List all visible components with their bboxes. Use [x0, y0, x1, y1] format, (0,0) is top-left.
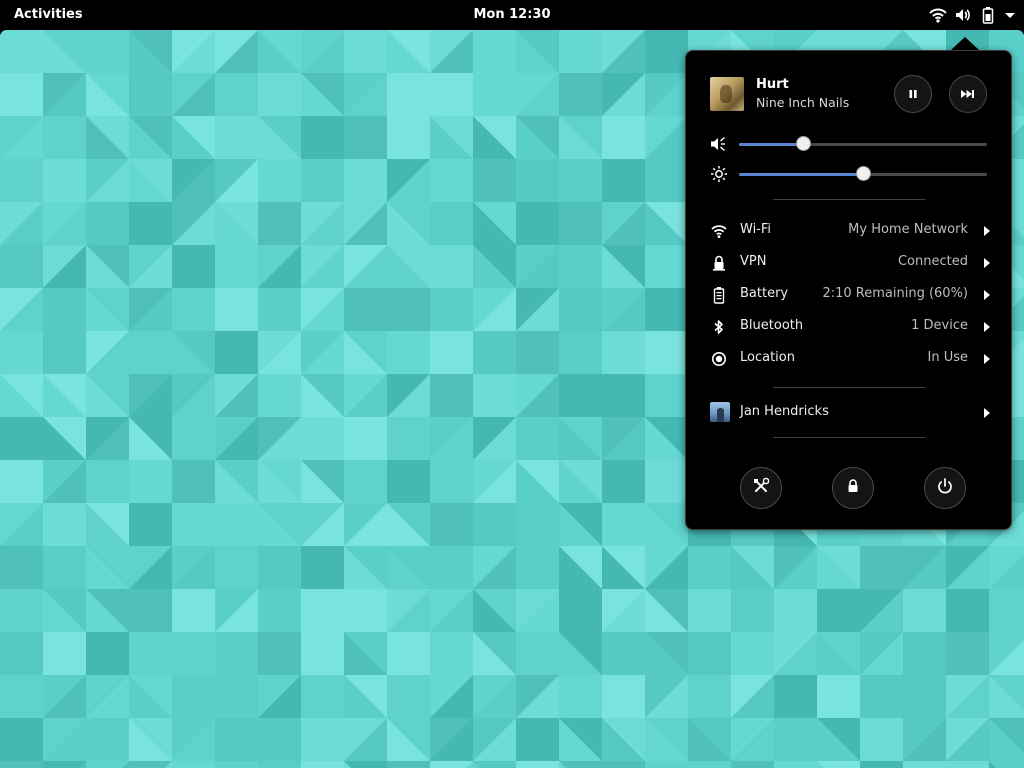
user-menu-item[interactable]: Jan Hendricks [710, 401, 990, 425]
wifi-icon [929, 6, 947, 24]
wifi-menu-item[interactable]: Wi-Fi My Home Network [710, 219, 990, 243]
volume-slider-row [710, 133, 990, 153]
wifi-label: Wi-Fi [740, 222, 772, 237]
brightness-slider-handle[interactable] [856, 166, 871, 181]
bluetooth-label: Bluetooth [740, 318, 804, 333]
battery-value: 2:10 Remaining (60%) [822, 286, 968, 301]
separator [773, 437, 925, 438]
next-track-button[interactable] [949, 75, 987, 113]
battery-menu-item[interactable]: Battery 2:10 Remaining (60%) [710, 283, 990, 307]
menu-pointer-arrow [951, 37, 979, 50]
submenu-arrow-icon [984, 290, 990, 300]
wifi-icon [710, 222, 728, 240]
bluetooth-icon [710, 318, 728, 336]
settings-button[interactable] [740, 467, 782, 509]
album-art [710, 77, 744, 111]
volume-slider-fill [739, 143, 804, 146]
pause-button[interactable] [894, 75, 932, 113]
volume-icon [954, 6, 972, 24]
battery-icon [979, 6, 997, 24]
submenu-arrow-icon [984, 226, 990, 236]
clock-container: Mon 12:30 [0, 7, 1024, 22]
skip-forward-icon [960, 88, 976, 100]
activities-button[interactable]: Activities [14, 7, 83, 22]
user-avatar [710, 402, 730, 422]
volume-slider-handle[interactable] [796, 136, 812, 151]
brightness-slider-fill [739, 173, 863, 176]
vpn-value: Connected [897, 254, 968, 269]
brightness-icon [710, 165, 728, 183]
location-icon [710, 350, 728, 368]
location-value: In Use [927, 350, 969, 365]
lock-screen-button[interactable] [832, 467, 874, 509]
lock-icon [845, 478, 861, 498]
brightness-slider[interactable] [739, 166, 987, 181]
submenu-arrow-icon [984, 408, 990, 418]
top-bar: Activities Mon 12:30 [0, 0, 1024, 30]
track-title: Hurt [756, 77, 789, 92]
power-icon [936, 477, 954, 499]
media-player: Hurt Nine Inch Nails [710, 75, 990, 113]
wifi-value: My Home Network [848, 222, 968, 237]
separator [773, 387, 925, 388]
separator [773, 199, 925, 200]
system-menu: Hurt Nine Inch Nails Wi-Fi My Home Netwo… [685, 50, 1012, 530]
submenu-arrow-icon [984, 322, 990, 332]
power-button[interactable] [924, 467, 966, 509]
location-label: Location [740, 350, 795, 365]
submenu-arrow-icon [984, 354, 990, 364]
track-artist: Nine Inch Nails [756, 95, 850, 110]
system-status-area[interactable] [929, 5, 1016, 25]
battery-label: Battery [740, 286, 789, 301]
brightness-slider-row [710, 163, 990, 183]
submenu-arrow-icon [984, 258, 990, 268]
volume-slider[interactable] [739, 136, 987, 151]
bluetooth-value: 1 Device [911, 318, 968, 333]
location-menu-item[interactable]: Location In Use [710, 347, 990, 371]
vpn-lock-icon [710, 254, 728, 272]
dropdown-arrow-icon [1004, 6, 1016, 24]
battery-icon [710, 286, 728, 304]
pause-icon [907, 88, 919, 100]
user-name: Jan Hendricks [740, 404, 829, 419]
settings-icon [752, 477, 770, 499]
vpn-menu-item[interactable]: VPN Connected [710, 251, 990, 275]
clock-button[interactable]: Mon 12:30 [473, 7, 550, 22]
volume-icon [710, 135, 728, 153]
bluetooth-menu-item[interactable]: Bluetooth 1 Device [710, 315, 990, 339]
vpn-label: VPN [740, 254, 767, 269]
